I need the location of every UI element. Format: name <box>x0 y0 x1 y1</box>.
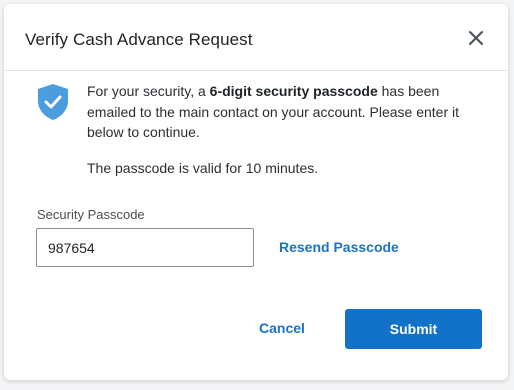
validity-note: The passcode is valid for 10 minutes. <box>87 160 319 176</box>
message-text-start: For your security, a <box>87 83 210 99</box>
message-bold-text: 6-digit security passcode <box>209 83 378 99</box>
verify-dialog: Verify Cash Advance Request For your sec… <box>4 4 508 380</box>
dialog-header: Verify Cash Advance Request <box>4 4 508 71</box>
close-icon[interactable] <box>466 28 486 48</box>
cancel-button[interactable]: Cancel <box>259 320 305 336</box>
resend-passcode-link[interactable]: Resend Passcode <box>279 239 399 255</box>
shield-check-icon <box>33 82 73 122</box>
dialog-title: Verify Cash Advance Request <box>25 30 253 49</box>
passcode-input[interactable] <box>36 228 254 267</box>
security-message: For your security, a 6-digit security pa… <box>87 81 467 143</box>
submit-button[interactable]: Submit <box>345 309 482 349</box>
passcode-label: Security Passcode <box>37 207 145 222</box>
